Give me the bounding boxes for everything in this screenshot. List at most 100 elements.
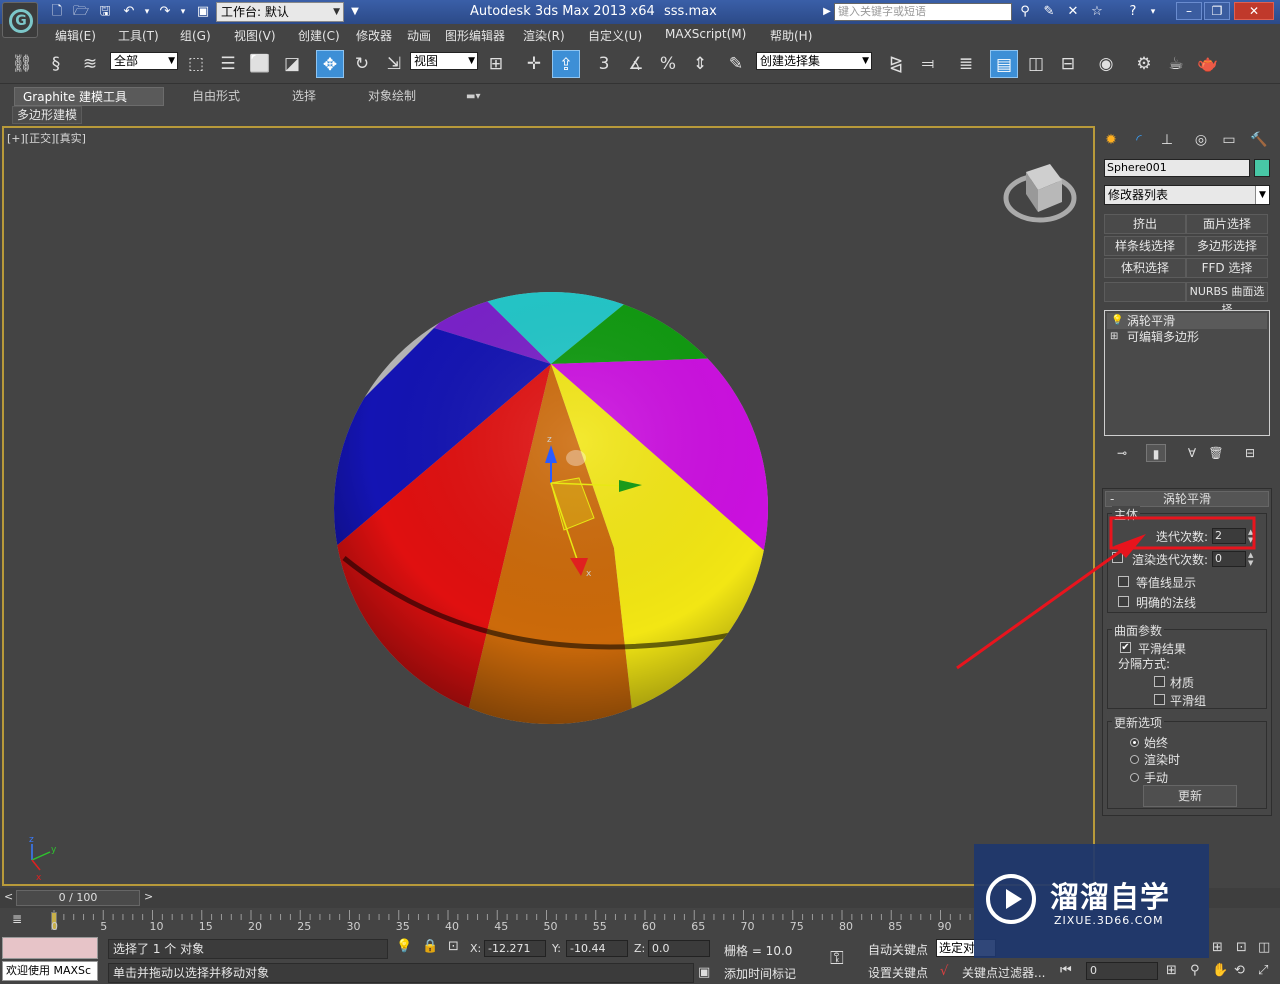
menu-views[interactable]: 视图(V)	[234, 27, 276, 44]
hierarchy-tab-icon[interactable]: ⊥	[1156, 130, 1178, 150]
isoline-checkbox[interactable]	[1118, 576, 1129, 587]
percent-snap-icon[interactable]: %	[654, 50, 682, 78]
smooth-result-checkbox[interactable]: ✔	[1120, 642, 1131, 653]
absolute-mode-icon[interactable]: ⊡	[448, 939, 459, 954]
perspective-viewport[interactable]: z x z y x [+][正交][真实]	[2, 126, 1095, 886]
pin-stack-icon[interactable]: ⊸	[1112, 444, 1132, 462]
set-key-icon[interactable]: ⚿	[830, 948, 844, 969]
search-input[interactable]: 键入关键字或短语	[834, 3, 1012, 21]
configure-modifier-sets-icon[interactable]: ⊟	[1240, 444, 1260, 462]
object-name-field[interactable]: Sphere001	[1104, 159, 1250, 177]
viewcube[interactable]	[1003, 164, 1077, 223]
bind-space-warp-icon[interactable]: ≋	[76, 50, 104, 78]
polygon-modeling-panel[interactable]: 多边形建模	[12, 106, 83, 124]
auto-key-button[interactable]: 自动关键点	[868, 941, 928, 958]
menu-modifiers[interactable]: 修改器	[356, 27, 392, 44]
create-tab-icon[interactable]: ✹	[1100, 130, 1122, 150]
z-coord-field[interactable]: 0.0	[648, 940, 710, 957]
field-of-view-icon[interactable]: ◫	[1258, 940, 1270, 955]
edit-named-selection-icon[interactable]: ✎	[722, 50, 750, 78]
named-selection-dropdown[interactable]: 创建选择集 ▼	[756, 52, 872, 70]
tab-graphite-modeling[interactable]: Graphite 建模工具	[14, 87, 164, 106]
maxscript-mini-listener[interactable]: 欢迎使用 MAXSc	[2, 961, 98, 981]
spinner-arrows-icon[interactable]: ▲ ▼	[1248, 528, 1256, 544]
update-always-radio[interactable]	[1130, 738, 1139, 747]
select-by-name-icon[interactable]: ☰	[214, 50, 242, 78]
spinner-snap-icon[interactable]: ⇕	[686, 50, 714, 78]
object-color-swatch[interactable]	[1254, 159, 1270, 177]
update-manually-radio[interactable]	[1130, 773, 1139, 782]
y-coord-field[interactable]: -10.44	[566, 940, 628, 957]
undo-dropdown-icon[interactable]: ▾	[138, 3, 156, 21]
display-tab-icon[interactable]: ▭	[1218, 130, 1240, 150]
select-and-move-icon[interactable]: ✥	[316, 50, 344, 78]
snaps-toggle-icon[interactable]: 3	[590, 50, 618, 78]
restore-button[interactable]: ❐	[1204, 2, 1230, 20]
help-dropdown-icon[interactable]: ▾	[1144, 3, 1162, 21]
key-filters-icon[interactable]: √	[940, 964, 948, 979]
viewport-label[interactable]: [+][正交][真实]	[7, 130, 86, 146]
select-and-scale-icon[interactable]: ⇲	[380, 50, 408, 78]
time-slider[interactable]: 0 / 100	[16, 890, 140, 906]
previous-frame-icon[interactable]: <	[4, 890, 13, 903]
unlink-icon[interactable]: §	[42, 50, 70, 78]
volume-select-button[interactable]: 体积选择	[1104, 258, 1186, 278]
add-time-tag-icon[interactable]: ▣	[698, 965, 710, 980]
update-button[interactable]: 更新	[1143, 785, 1237, 807]
minimize-button[interactable]: –	[1176, 2, 1202, 20]
ribbon-options-icon[interactable]: ▬▾	[458, 87, 488, 106]
render-iters-spinner[interactable]: 0	[1212, 551, 1246, 567]
reference-coord-dropdown[interactable]: 视图 ▼	[410, 52, 478, 70]
layer-manager-icon[interactable]: ≣	[952, 50, 980, 78]
iterations-spinner[interactable]: 2	[1212, 528, 1246, 544]
render-production-icon[interactable]: 🫖	[1194, 50, 1222, 78]
project-folder-icon[interactable]: ▣	[194, 3, 212, 21]
graphite-toggle-icon[interactable]: ▤	[990, 50, 1018, 78]
explicit-normals-checkbox[interactable]	[1118, 596, 1129, 607]
mini-curve-editor-icon[interactable]: ≣	[12, 912, 22, 926]
open-file-icon[interactable]: 🗁	[72, 3, 90, 21]
menu-graph-editors[interactable]: 图形编辑器	[445, 27, 505, 44]
binoculars-icon[interactable]: ⚲	[1016, 3, 1034, 21]
spinner-arrows-icon[interactable]: ▲ ▼	[1248, 551, 1256, 567]
separate-materials-checkbox[interactable]	[1154, 676, 1165, 687]
spline-select-button[interactable]: 样条线选择	[1104, 236, 1186, 256]
set-key-button[interactable]: 设置关键点	[868, 964, 928, 981]
update-rendering-radio[interactable]	[1130, 755, 1139, 764]
make-unique-icon[interactable]: ∀	[1182, 444, 1202, 462]
utilities-tab-icon[interactable]: 🔨	[1248, 130, 1270, 150]
align-icon[interactable]: ⫤	[914, 50, 942, 78]
nurbs-surface-select-button[interactable]: NURBS 曲面选择	[1186, 282, 1268, 316]
communication-icon[interactable]: ✕	[1064, 3, 1082, 21]
pan-hand-icon[interactable]: ✋	[1212, 963, 1228, 978]
empty-modifier-button[interactable]	[1104, 282, 1186, 302]
menu-animation[interactable]: 动画	[407, 27, 431, 44]
expand-plus-icon[interactable]: ⊞	[1110, 329, 1118, 345]
rendered-frame-window-icon[interactable]: ☕	[1162, 50, 1190, 78]
zoom-extents-icon[interactable]: ⊞	[1212, 940, 1223, 955]
show-end-result-icon[interactable]: ▮	[1146, 444, 1166, 462]
menu-edit[interactable]: 编辑(E)	[55, 27, 96, 44]
rectangular-selection-icon[interactable]: ⬜	[246, 50, 274, 78]
rollout-header[interactable]: - 涡轮平滑	[1105, 491, 1269, 507]
new-file-icon[interactable]: 🗋	[48, 3, 66, 21]
redo-dropdown-icon[interactable]: ▾	[174, 3, 192, 21]
patch-select-button[interactable]: 面片选择	[1186, 214, 1268, 234]
tab-freeform[interactable]: 自由形式	[184, 87, 248, 106]
undo-icon[interactable]: ↶	[120, 3, 138, 21]
material-editor-icon[interactable]: ◉	[1092, 50, 1120, 78]
zoom-icon[interactable]: ⚲	[1190, 963, 1200, 978]
menu-create[interactable]: 创建(C)	[298, 27, 340, 44]
window-crossing-icon[interactable]: ◪	[278, 50, 306, 78]
stack-item-turbosmooth[interactable]: 💡 涡轮平滑	[1107, 313, 1267, 329]
menu-help[interactable]: 帮助(H)	[770, 27, 812, 44]
select-and-rotate-icon[interactable]: ↻	[348, 50, 376, 78]
schematic-view-icon[interactable]: ⊟	[1054, 50, 1082, 78]
curve-editor-icon[interactable]: ◫	[1022, 50, 1050, 78]
modifier-list-dropdown[interactable]: 修改器列表 ▼	[1104, 185, 1270, 205]
separate-smoothing-groups-checkbox[interactable]	[1154, 694, 1165, 705]
maximize-viewport-icon[interactable]: ⤢	[1258, 963, 1268, 978]
extrude-button[interactable]: 挤出	[1104, 214, 1186, 234]
go-to-start-icon[interactable]: ⏮	[1060, 963, 1072, 978]
link-icon[interactable]: ⛓	[8, 50, 36, 78]
